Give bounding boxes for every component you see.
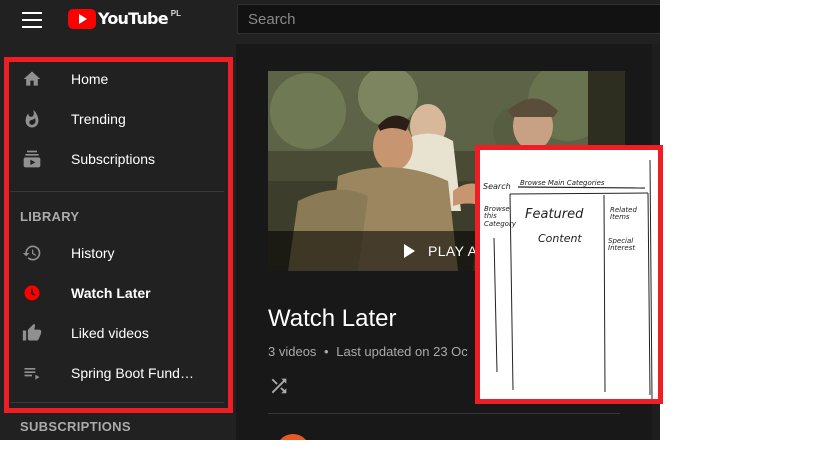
wireframe-featured-label: Featured: [525, 207, 584, 222]
youtube-play-icon: [68, 9, 96, 29]
video-count: 3 videos: [268, 344, 317, 359]
last-updated: Last updated on 23 Oc: [336, 344, 468, 359]
wireframe-search-label: Search: [483, 182, 511, 191]
wireframe-sketch: Search Browse Main Categories Browse thi…: [475, 145, 663, 404]
sidebar-highlight-box: [4, 57, 233, 413]
search-box: [237, 4, 660, 34]
hamburger-menu-icon[interactable]: [22, 12, 42, 28]
youtube-logo[interactable]: YouTube PL: [68, 9, 181, 31]
shuffle-icon[interactable]: [268, 375, 290, 397]
search-input[interactable]: [238, 5, 660, 33]
wireframe-special-interest-label: Special Interest: [608, 237, 636, 253]
meta-separator: •: [324, 344, 329, 359]
content-divider: [268, 413, 620, 414]
wireframe-related-items-label: Related Items: [610, 206, 637, 222]
playlist-title: Watch Later: [268, 305, 397, 332]
top-bar: YouTube PL: [0, 0, 660, 44]
wireframe-browse-main-label: Browse Main Categories: [520, 179, 605, 187]
subscriptions-section-title: SUBSCRIPTIONS: [20, 419, 131, 434]
play-all-label: PLAY A: [428, 243, 478, 259]
wireframe-content-label: Content: [538, 232, 582, 245]
playlist-meta: 3 videos • Last updated on 23 Oc: [268, 344, 468, 359]
channel-avatar[interactable]: [276, 434, 310, 440]
logo-region-code: PL: [170, 9, 181, 18]
logo-text: YouTube: [98, 9, 169, 28]
wireframe-browse-category-label: Browse this Category: [484, 205, 516, 228]
play-icon: [404, 244, 415, 258]
